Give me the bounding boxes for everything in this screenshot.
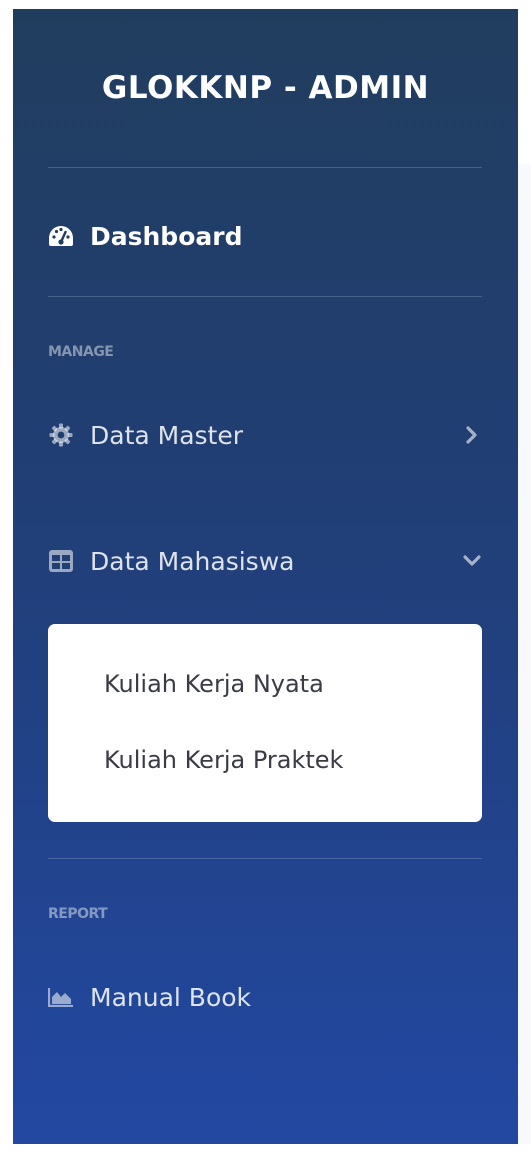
sidebar-brand[interactable]: GLOKKNP - ADMIN [13, 9, 518, 167]
nav-manual-book-label: Manual Book [90, 982, 252, 1012]
section-heading-manage: MANAGE [48, 344, 114, 360]
nav-dashboard[interactable]: Dashboard [48, 206, 482, 266]
submenu-item-kkn[interactable]: Kuliah Kerja Nyata [104, 664, 324, 704]
nav-dashboard-label: Dashboard [90, 221, 243, 251]
gear-icon [48, 422, 74, 448]
data-mahasiswa-submenu: Kuliah Kerja Nyata Kuliah Kerja Praktek [48, 624, 482, 822]
nav-manual-book[interactable]: Manual Book [48, 967, 482, 1027]
chevron-down-icon [462, 551, 482, 571]
section-heading-report: REPORT [48, 906, 108, 922]
divider [48, 296, 482, 297]
nav-data-master[interactable]: Data Master [48, 405, 482, 465]
divider [48, 167, 482, 168]
sidebar: GLOKKNP - ADMIN Dashboard MANAGE Data Ma… [13, 9, 518, 1144]
submenu-item-kkp[interactable]: Kuliah Kerja Praktek [104, 740, 343, 780]
main-content-edge [518, 164, 531, 1144]
divider [48, 858, 482, 859]
area-chart-icon [48, 984, 74, 1010]
table-icon [48, 548, 74, 574]
nav-data-mahasiswa-label: Data Mahasiswa [90, 546, 295, 576]
brand-title: GLOKKNP - ADMIN [101, 70, 430, 106]
chevron-right-icon [462, 425, 482, 445]
nav-data-mahasiswa[interactable]: Data Mahasiswa [48, 531, 482, 591]
nav-data-master-label: Data Master [90, 420, 244, 450]
tachometer-icon [48, 223, 74, 249]
